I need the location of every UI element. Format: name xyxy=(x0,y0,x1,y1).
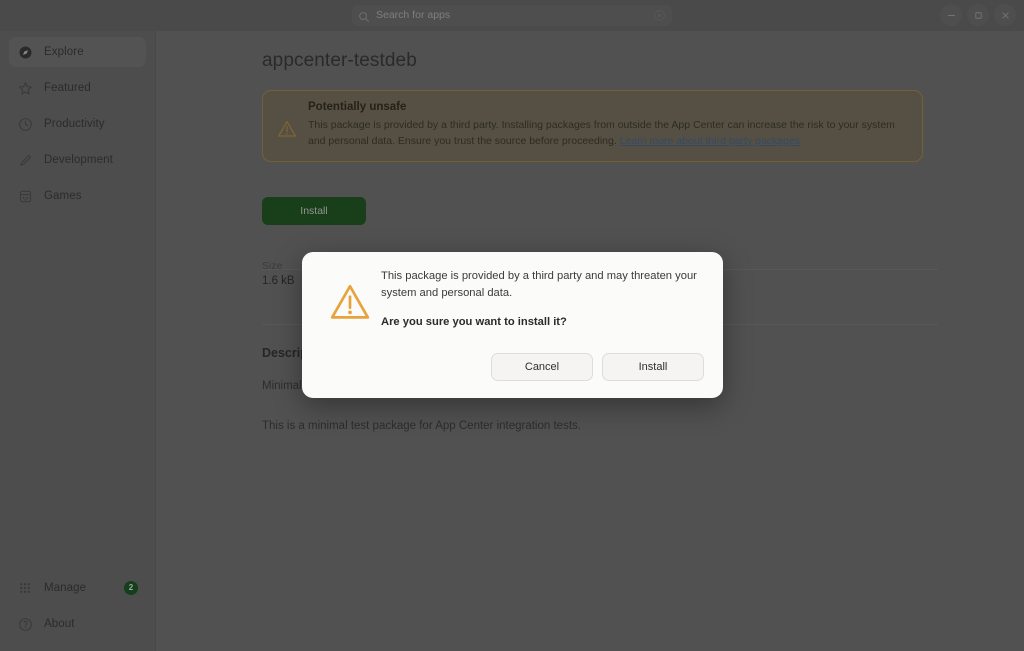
dialog-message: This package is provided by a third part… xyxy=(381,270,697,299)
confirm-install-dialog: This package is provided by a third part… xyxy=(302,252,723,398)
dialog-actions: Cancel Install xyxy=(491,353,704,381)
confirm-install-button[interactable]: Install xyxy=(602,353,704,381)
cancel-button[interactable]: Cancel xyxy=(491,353,593,381)
dialog-question: Are you sure you want to install it? xyxy=(381,316,567,328)
app-center-window: Explore Featured Produ xyxy=(0,0,1024,651)
warning-triangle-icon xyxy=(329,281,371,323)
